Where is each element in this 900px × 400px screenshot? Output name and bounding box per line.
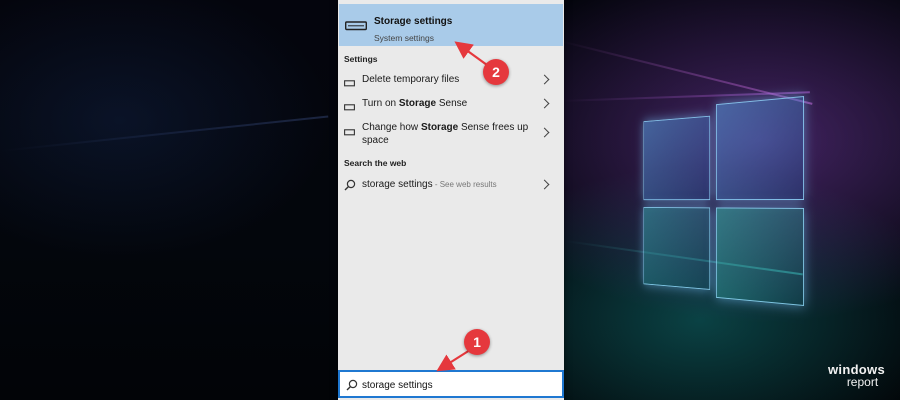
- label-text: Turn on: [362, 98, 399, 109]
- result-label: Change how Storage Sense frees up space: [362, 121, 528, 147]
- web-results-hint: - See web results: [433, 180, 497, 189]
- logo-pane: [643, 207, 710, 290]
- drive-icon: [344, 123, 355, 141]
- label-bold-text: Storage: [399, 98, 436, 109]
- label-text: Delete temporary files: [362, 74, 459, 85]
- watermark-line2: report: [840, 376, 885, 389]
- annotation-badge-1: 1: [464, 329, 490, 355]
- result-change-storage-sense[interactable]: Change how Storage Sense frees up space: [338, 120, 564, 148]
- result-delete-temporary-files[interactable]: Delete temporary files: [338, 72, 564, 88]
- logo-pane: [716, 207, 804, 306]
- best-match-subtitle: System settings: [374, 33, 434, 43]
- result-turn-on-storage-sense[interactable]: Turn on Storage Sense: [338, 96, 564, 112]
- result-web-search[interactable]: storage settings - See web results: [338, 177, 564, 193]
- drive-icon: [345, 18, 367, 36]
- search-results-panel: Storage settings System settings Setting…: [338, 0, 564, 400]
- search-icon: [346, 378, 358, 396]
- web-query-text: storage settings: [362, 179, 433, 190]
- best-match-storage-settings[interactable]: Storage settings System settings: [339, 4, 563, 46]
- watermark-logo: windows report: [828, 363, 885, 389]
- windows-logo-wallpaper: [643, 96, 804, 306]
- result-label: Turn on Storage Sense: [362, 97, 467, 110]
- taskbar-search-box[interactable]: [338, 370, 564, 398]
- web-section-header: Search the web: [344, 158, 406, 168]
- result-label: Delete temporary files: [362, 73, 459, 86]
- logo-pane: [716, 96, 804, 200]
- logo-pane: [643, 116, 710, 200]
- label-text: Change how: [362, 122, 421, 133]
- label-text: Sense frees up: [458, 122, 528, 133]
- search-icon: [344, 178, 356, 196]
- chevron-right-icon: [540, 99, 550, 109]
- label-text: Sense: [436, 98, 467, 109]
- chevron-right-icon: [540, 128, 550, 138]
- settings-section-header: Settings: [344, 54, 378, 64]
- drive-icon: [344, 98, 355, 116]
- light-ray: [0, 116, 328, 152]
- label-bold-text: Storage: [421, 122, 458, 133]
- search-input[interactable]: [362, 376, 558, 394]
- result-label: storage settings - See web results: [362, 178, 497, 191]
- annotation-badge-2: 2: [483, 59, 509, 85]
- chevron-right-icon: [540, 180, 550, 190]
- chevron-right-icon: [540, 75, 550, 85]
- best-match-title: Storage settings: [374, 16, 452, 27]
- drive-icon: [344, 74, 355, 92]
- label-text: space: [362, 135, 389, 146]
